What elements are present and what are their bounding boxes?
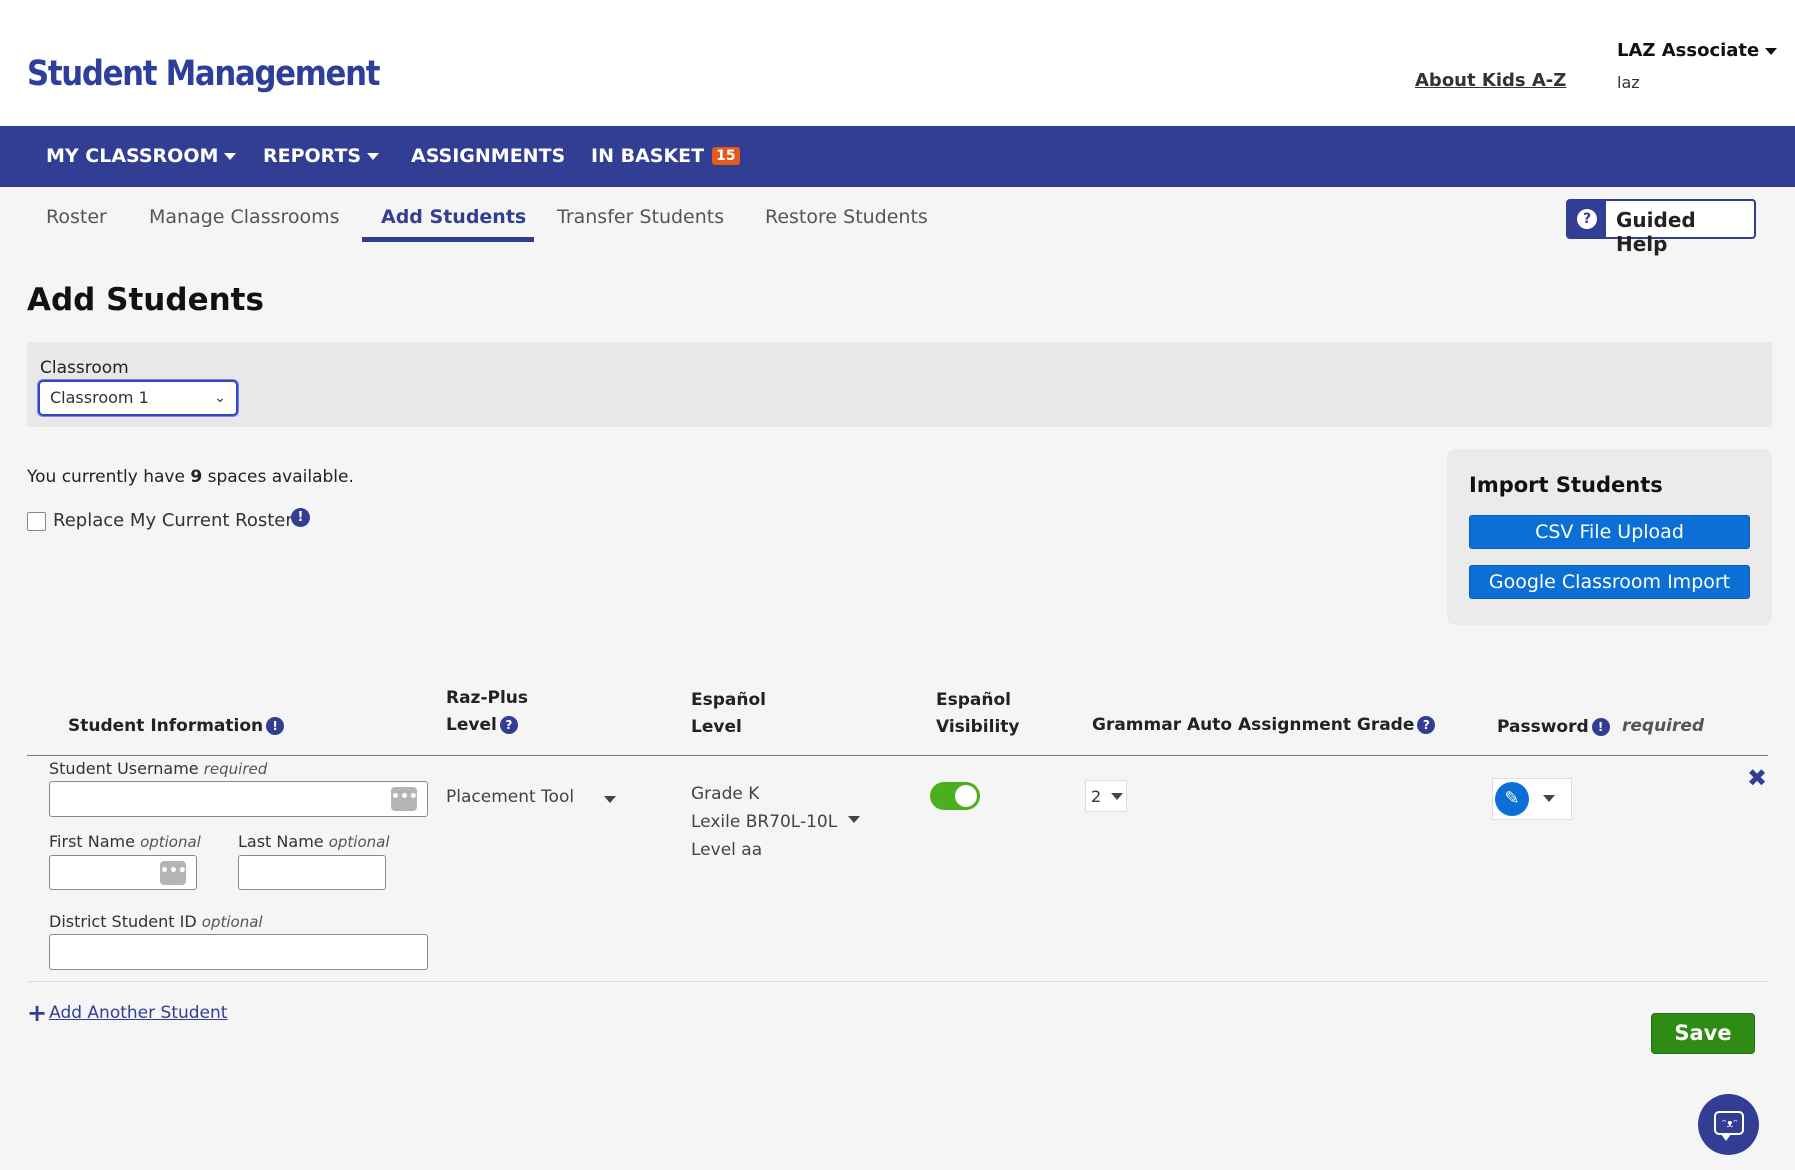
password-required-note: required xyxy=(1622,716,1705,736)
spaces-available-text: You currently have 9 spaces available. xyxy=(27,467,354,487)
espanol-level-select[interactable]: Grade K Lexile BR70L-10L Level aa xyxy=(691,780,837,864)
first-name-input[interactable]: ••• xyxy=(49,855,197,890)
nav-label: MY CLASSROOM xyxy=(46,145,219,167)
nav-label: ASSIGNMENTS xyxy=(411,145,566,167)
main-nav: MY CLASSROOM REPORTS ASSIGNMENTS IN BASK… xyxy=(0,126,1795,187)
account-menu[interactable]: LAZ Associate xyxy=(1617,40,1778,61)
caret-down-icon xyxy=(1543,795,1555,802)
tab-add-students[interactable]: Add Students xyxy=(381,206,526,228)
help-icon[interactable]: ? xyxy=(499,716,518,734)
caret-down-icon xyxy=(604,796,616,803)
nav-reports[interactable]: REPORTS xyxy=(263,145,380,167)
classroom-label: Classroom xyxy=(40,358,129,378)
raz-level-select[interactable]: Placement Tool xyxy=(446,787,574,807)
toggle-knob xyxy=(955,785,977,807)
active-tab-indicator xyxy=(362,237,534,242)
district-id-label: District Student ID optional xyxy=(49,912,263,931)
chevron-down-icon: ⌄ xyxy=(214,390,226,406)
csv-upload-button[interactable]: CSV File Upload xyxy=(1469,515,1750,549)
username-input[interactable]: ••• xyxy=(49,781,428,817)
table-divider xyxy=(27,755,1768,756)
about-kids-az-link[interactable]: About Kids A-Z xyxy=(1415,70,1566,91)
replace-roster-label[interactable]: Replace My Current Roster xyxy=(53,510,293,531)
guided-help-label: Guided Help xyxy=(1616,208,1696,256)
col-espanol-visibility: Español Visibility xyxy=(936,690,1020,737)
last-name-input[interactable] xyxy=(238,855,386,890)
nav-assignments[interactable]: ASSIGNMENTS xyxy=(411,145,565,167)
info-icon[interactable]: ! xyxy=(291,508,310,527)
caret-down-icon xyxy=(1111,793,1123,800)
chat-bubble-icon: ᵔᴥᵔ xyxy=(1714,1111,1744,1141)
tab-transfer-students[interactable]: Transfer Students xyxy=(557,206,724,228)
table-divider xyxy=(27,981,1768,982)
import-students-panel: Import Students CSV File Upload Google C… xyxy=(1447,449,1772,625)
password-picker[interactable]: ✎ xyxy=(1492,778,1572,820)
classroom-panel: Classroom Classroom 1 ⌄ xyxy=(27,342,1772,427)
in-basket-count-badge: 15 xyxy=(712,147,740,165)
col-espanol-level: Español Level xyxy=(691,690,766,737)
spaces-count: 9 xyxy=(190,467,203,487)
caret-down-icon xyxy=(848,816,860,823)
google-classroom-import-button[interactable]: Google Classroom Import xyxy=(1469,565,1750,599)
password-manager-icon[interactable]: ••• xyxy=(160,861,187,885)
col-grammar-grade: Grammar Auto Assignment Grade? xyxy=(1092,712,1436,739)
page-title: Add Students xyxy=(27,282,264,318)
classroom-select[interactable]: Classroom 1 ⌄ xyxy=(38,380,238,416)
info-icon[interactable]: ! xyxy=(266,717,285,735)
account-username: laz xyxy=(1617,73,1640,92)
last-name-label: Last Name optional xyxy=(238,832,390,851)
nav-label: IN BASKET xyxy=(591,145,705,167)
replace-roster-checkbox[interactable] xyxy=(27,512,46,531)
pencil-icon: ✎ xyxy=(1495,782,1529,816)
app-header: Student Management About Kids A-Z LAZ As… xyxy=(0,0,1795,126)
grammar-grade-select[interactable]: 2 xyxy=(1085,780,1127,812)
add-another-student-link[interactable]: + Add Another Student xyxy=(27,999,227,1027)
save-button[interactable]: Save xyxy=(1651,1013,1755,1054)
caret-down-icon xyxy=(224,153,237,160)
col-password: Password! xyxy=(1497,714,1610,741)
import-students-title: Import Students xyxy=(1469,473,1663,497)
app-logo: Student Management xyxy=(27,54,380,94)
nav-my-classroom[interactable]: MY CLASSROOM xyxy=(46,145,237,167)
nav-in-basket[interactable]: IN BASKET 15 xyxy=(591,145,740,167)
district-id-input[interactable] xyxy=(49,934,428,970)
chat-support-button[interactable]: ᵔᴥᵔ xyxy=(1698,1094,1759,1155)
question-icon: ? xyxy=(1568,201,1606,237)
nav-label: REPORTS xyxy=(263,145,362,167)
info-icon[interactable]: ! xyxy=(1591,718,1610,736)
tab-roster[interactable]: Roster xyxy=(46,206,107,228)
help-icon[interactable]: ? xyxy=(1417,716,1436,734)
espanol-visibility-toggle[interactable] xyxy=(930,782,980,810)
guided-help-button[interactable]: ? Guided Help xyxy=(1566,199,1756,256)
col-student-information: Student Information! xyxy=(68,713,285,740)
username-label: Student Username required xyxy=(49,759,268,778)
remove-student-row-icon[interactable]: ✖ xyxy=(1747,764,1767,792)
account-name: LAZ Associate xyxy=(1617,40,1760,61)
classroom-selected-value: Classroom 1 xyxy=(50,388,149,407)
col-raz-plus-level: Raz-Plus Level? xyxy=(446,688,529,735)
tab-restore-students[interactable]: Restore Students xyxy=(765,206,928,228)
password-manager-icon[interactable]: ••• xyxy=(391,787,418,811)
first-name-label: First Name optional xyxy=(49,832,201,851)
caret-down-icon xyxy=(1765,47,1778,55)
tab-manage-classrooms[interactable]: Manage Classrooms xyxy=(149,206,340,228)
plus-icon: + xyxy=(27,999,48,1027)
caret-down-icon xyxy=(367,153,380,160)
